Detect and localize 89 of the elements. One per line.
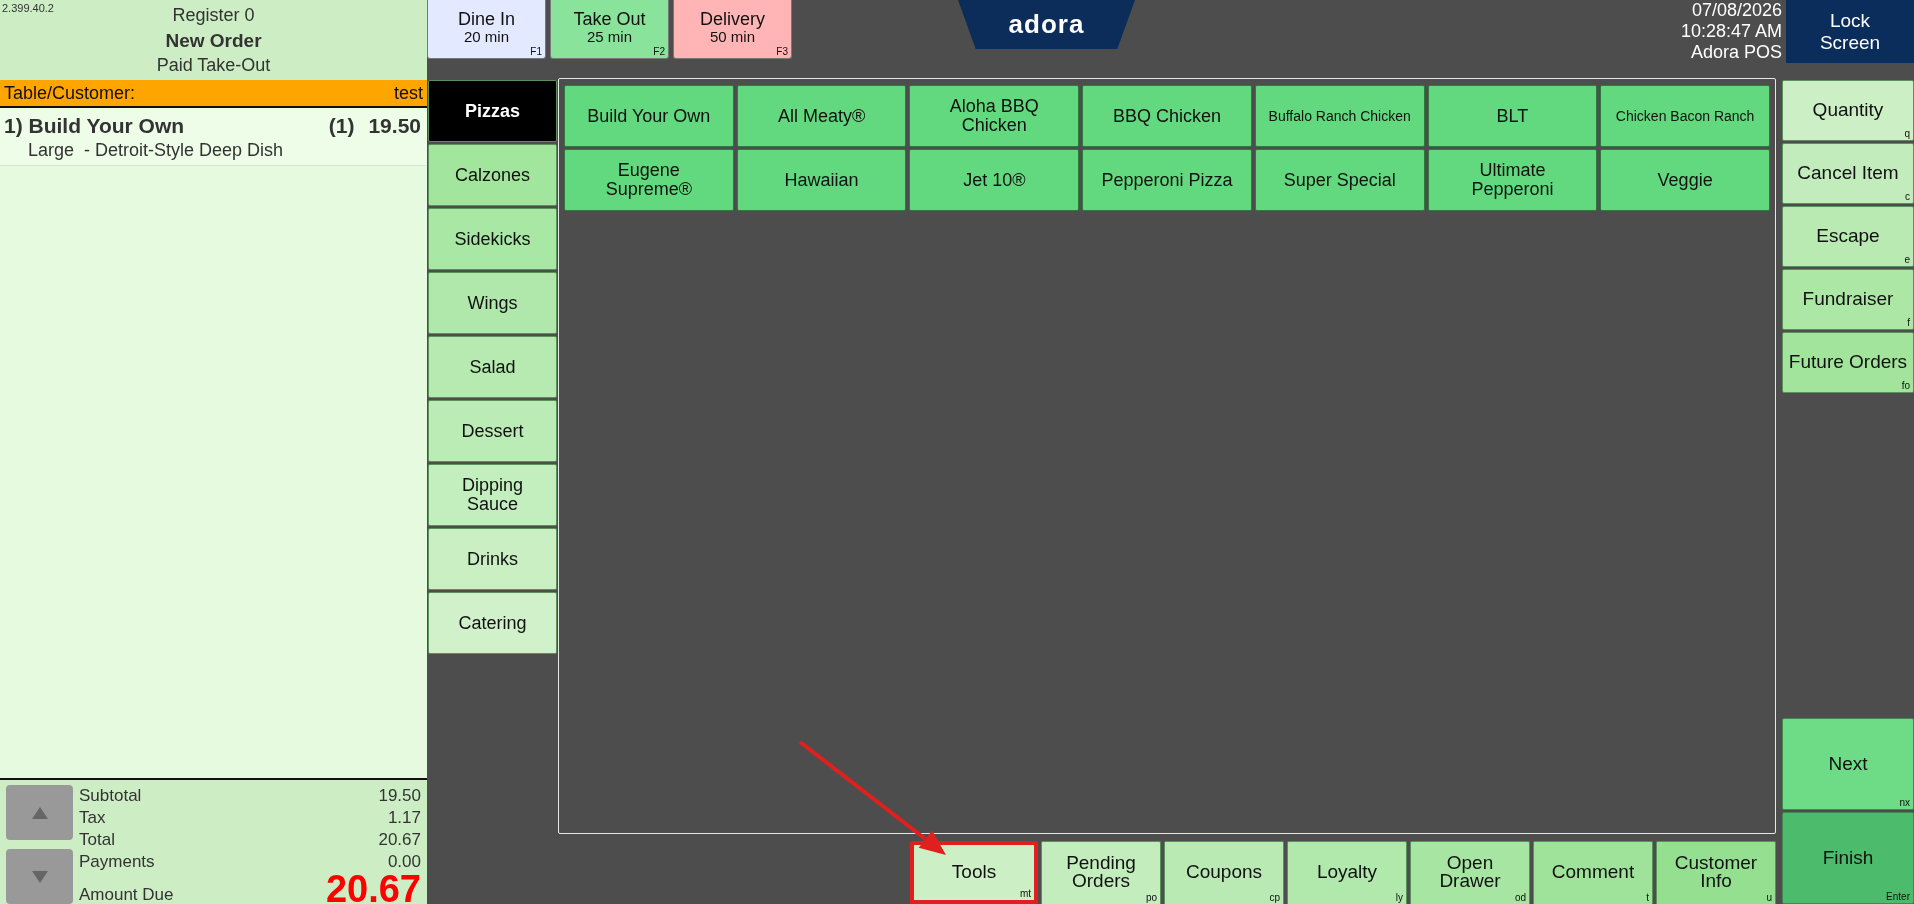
down-triangle-icon (31, 870, 48, 883)
date-label: 07/08/2026 (1691, 0, 1782, 21)
amount-due-value: 20.67 (325, 873, 421, 904)
menu-item-button[interactable]: Aloha BBQ Chicken (909, 85, 1080, 147)
order-title: New Order (165, 29, 262, 53)
customer-label: Table/Customer: (4, 82, 136, 104)
category-tab[interactable]: Dipping Sauce (428, 464, 557, 526)
register-label: Register 0 (172, 4, 255, 27)
wait-time: 50 min (710, 29, 755, 45)
shortcut-key: ly (1395, 892, 1406, 904)
category-tab[interactable]: Wings (428, 272, 557, 334)
shortcut-key: po (1145, 892, 1160, 904)
total-label: Subtotal (79, 785, 142, 807)
action-button[interactable]: Comment t (1533, 841, 1653, 904)
menu-item-button[interactable]: Buffalo Ranch Chicken (1254, 85, 1425, 147)
action-button[interactable]: Coupons cp (1164, 841, 1284, 904)
customer-name: test (394, 82, 423, 104)
side-action-button[interactable]: Quantity q (1782, 80, 1914, 141)
total-label: Payments (79, 851, 155, 873)
total-value: 20.67 (378, 829, 421, 851)
scroll-down-button[interactable] (6, 849, 73, 904)
shortcut-key: fo (1901, 380, 1913, 392)
station-label: Adora POS (1690, 42, 1782, 63)
brand-logo: adora (958, 0, 1135, 49)
category-tab[interactable]: Drinks (428, 528, 557, 590)
shortcut-key: mt (1019, 888, 1034, 900)
action-button[interactable]: Pending Orders po (1041, 841, 1161, 904)
shortcut-key: e (1904, 254, 1913, 266)
menu-item-button[interactable]: BBQ Chicken (1082, 85, 1252, 147)
menu-item-button[interactable]: Hawaiian (736, 149, 907, 211)
shortcut-key: c (1905, 191, 1913, 203)
menu-item-button[interactable]: Build Your Own (564, 85, 734, 147)
order-type-button[interactable]: Take Out 25 min F2 (550, 0, 669, 59)
up-triangle-icon (31, 806, 48, 819)
shortcut-key: F1 (530, 46, 545, 58)
shortcut-key: f (1907, 317, 1913, 329)
order-type-button[interactable]: Delivery 50 min F3 (673, 0, 792, 59)
total-value: 1.17 (387, 807, 421, 829)
scroll-up-button[interactable] (6, 785, 73, 840)
menu-item-button[interactable]: Chicken Bacon Ranch (1600, 85, 1770, 147)
menu-item-button[interactable]: All Meaty® (736, 85, 907, 147)
side-action-button[interactable]: Escape e (1782, 206, 1914, 267)
wait-time: 20 min (463, 29, 510, 45)
category-tab[interactable]: Catering (428, 592, 557, 654)
menu-item-button[interactable]: Eugene Supreme® (564, 149, 734, 211)
item-modifier: Large - Detroit-Style Deep Dish (27, 139, 285, 161)
item-name: 1) Build Your Own (4, 113, 186, 139)
finish-action-button[interactable]: Finish Enter (1782, 812, 1914, 904)
lock-screen-button[interactable]: Lock Screen (1786, 0, 1914, 63)
shortcut-key: nx (1899, 797, 1913, 809)
order-type-label: Paid Take-Out (156, 54, 271, 77)
category-tab[interactable]: Dessert (428, 400, 557, 462)
total-value: 19.50 (378, 785, 421, 807)
category-tab[interactable]: Calzones (428, 144, 557, 206)
clock-label: 10:28:47 AM (1680, 21, 1782, 42)
total-label: Total (79, 829, 115, 851)
category-tab[interactable]: Sidekicks (428, 208, 557, 270)
menu-item-button[interactable]: Veggie (1600, 149, 1770, 211)
item-price: 19.50 (368, 113, 421, 139)
menu-item-button[interactable]: Ultimate Pepperoni (1427, 149, 1598, 211)
category-tab[interactable]: Pizzas (428, 80, 557, 142)
total-label: Amount Due (79, 885, 174, 904)
total-value: 0.00 (387, 851, 421, 873)
order-type-button[interactable]: Dine In 20 min F1 (427, 0, 546, 59)
action-button[interactable]: Tools mt (910, 841, 1038, 904)
total-label: Tax (79, 807, 106, 829)
category-tab[interactable]: Salad (428, 336, 557, 398)
menu-item-button[interactable]: Jet 10® (909, 149, 1080, 211)
menu-item-button[interactable]: Pepperoni Pizza (1082, 149, 1252, 211)
shortcut-key: F3 (776, 46, 791, 58)
version-label: 2.399.40.2 (2, 2, 54, 14)
shortcut-key: cp (1269, 892, 1283, 904)
menu-item-button[interactable]: Super Special (1254, 149, 1425, 211)
shortcut-key: t (1646, 892, 1652, 904)
item-quantity: (1) (328, 113, 355, 139)
side-action-button[interactable]: Future Orders fo (1782, 332, 1914, 393)
side-action-button[interactable]: Cancel Item c (1782, 143, 1914, 204)
shortcut-key: Enter (1886, 891, 1913, 903)
shortcut-key: od (1514, 892, 1529, 904)
action-button[interactable]: Customer Info u (1656, 841, 1776, 904)
finish-action-button[interactable]: Next nx (1782, 718, 1914, 810)
wait-time: 25 min (586, 29, 633, 45)
shortcut-key: q (1904, 128, 1913, 140)
menu-item-button[interactable]: BLT (1427, 85, 1598, 147)
side-action-button[interactable]: Fundraiser f (1782, 269, 1914, 330)
shortcut-key: F2 (653, 46, 668, 58)
action-button[interactable]: Loyalty ly (1287, 841, 1407, 904)
shortcut-key: u (1766, 892, 1775, 904)
action-button[interactable]: Open Drawer od (1410, 841, 1530, 904)
